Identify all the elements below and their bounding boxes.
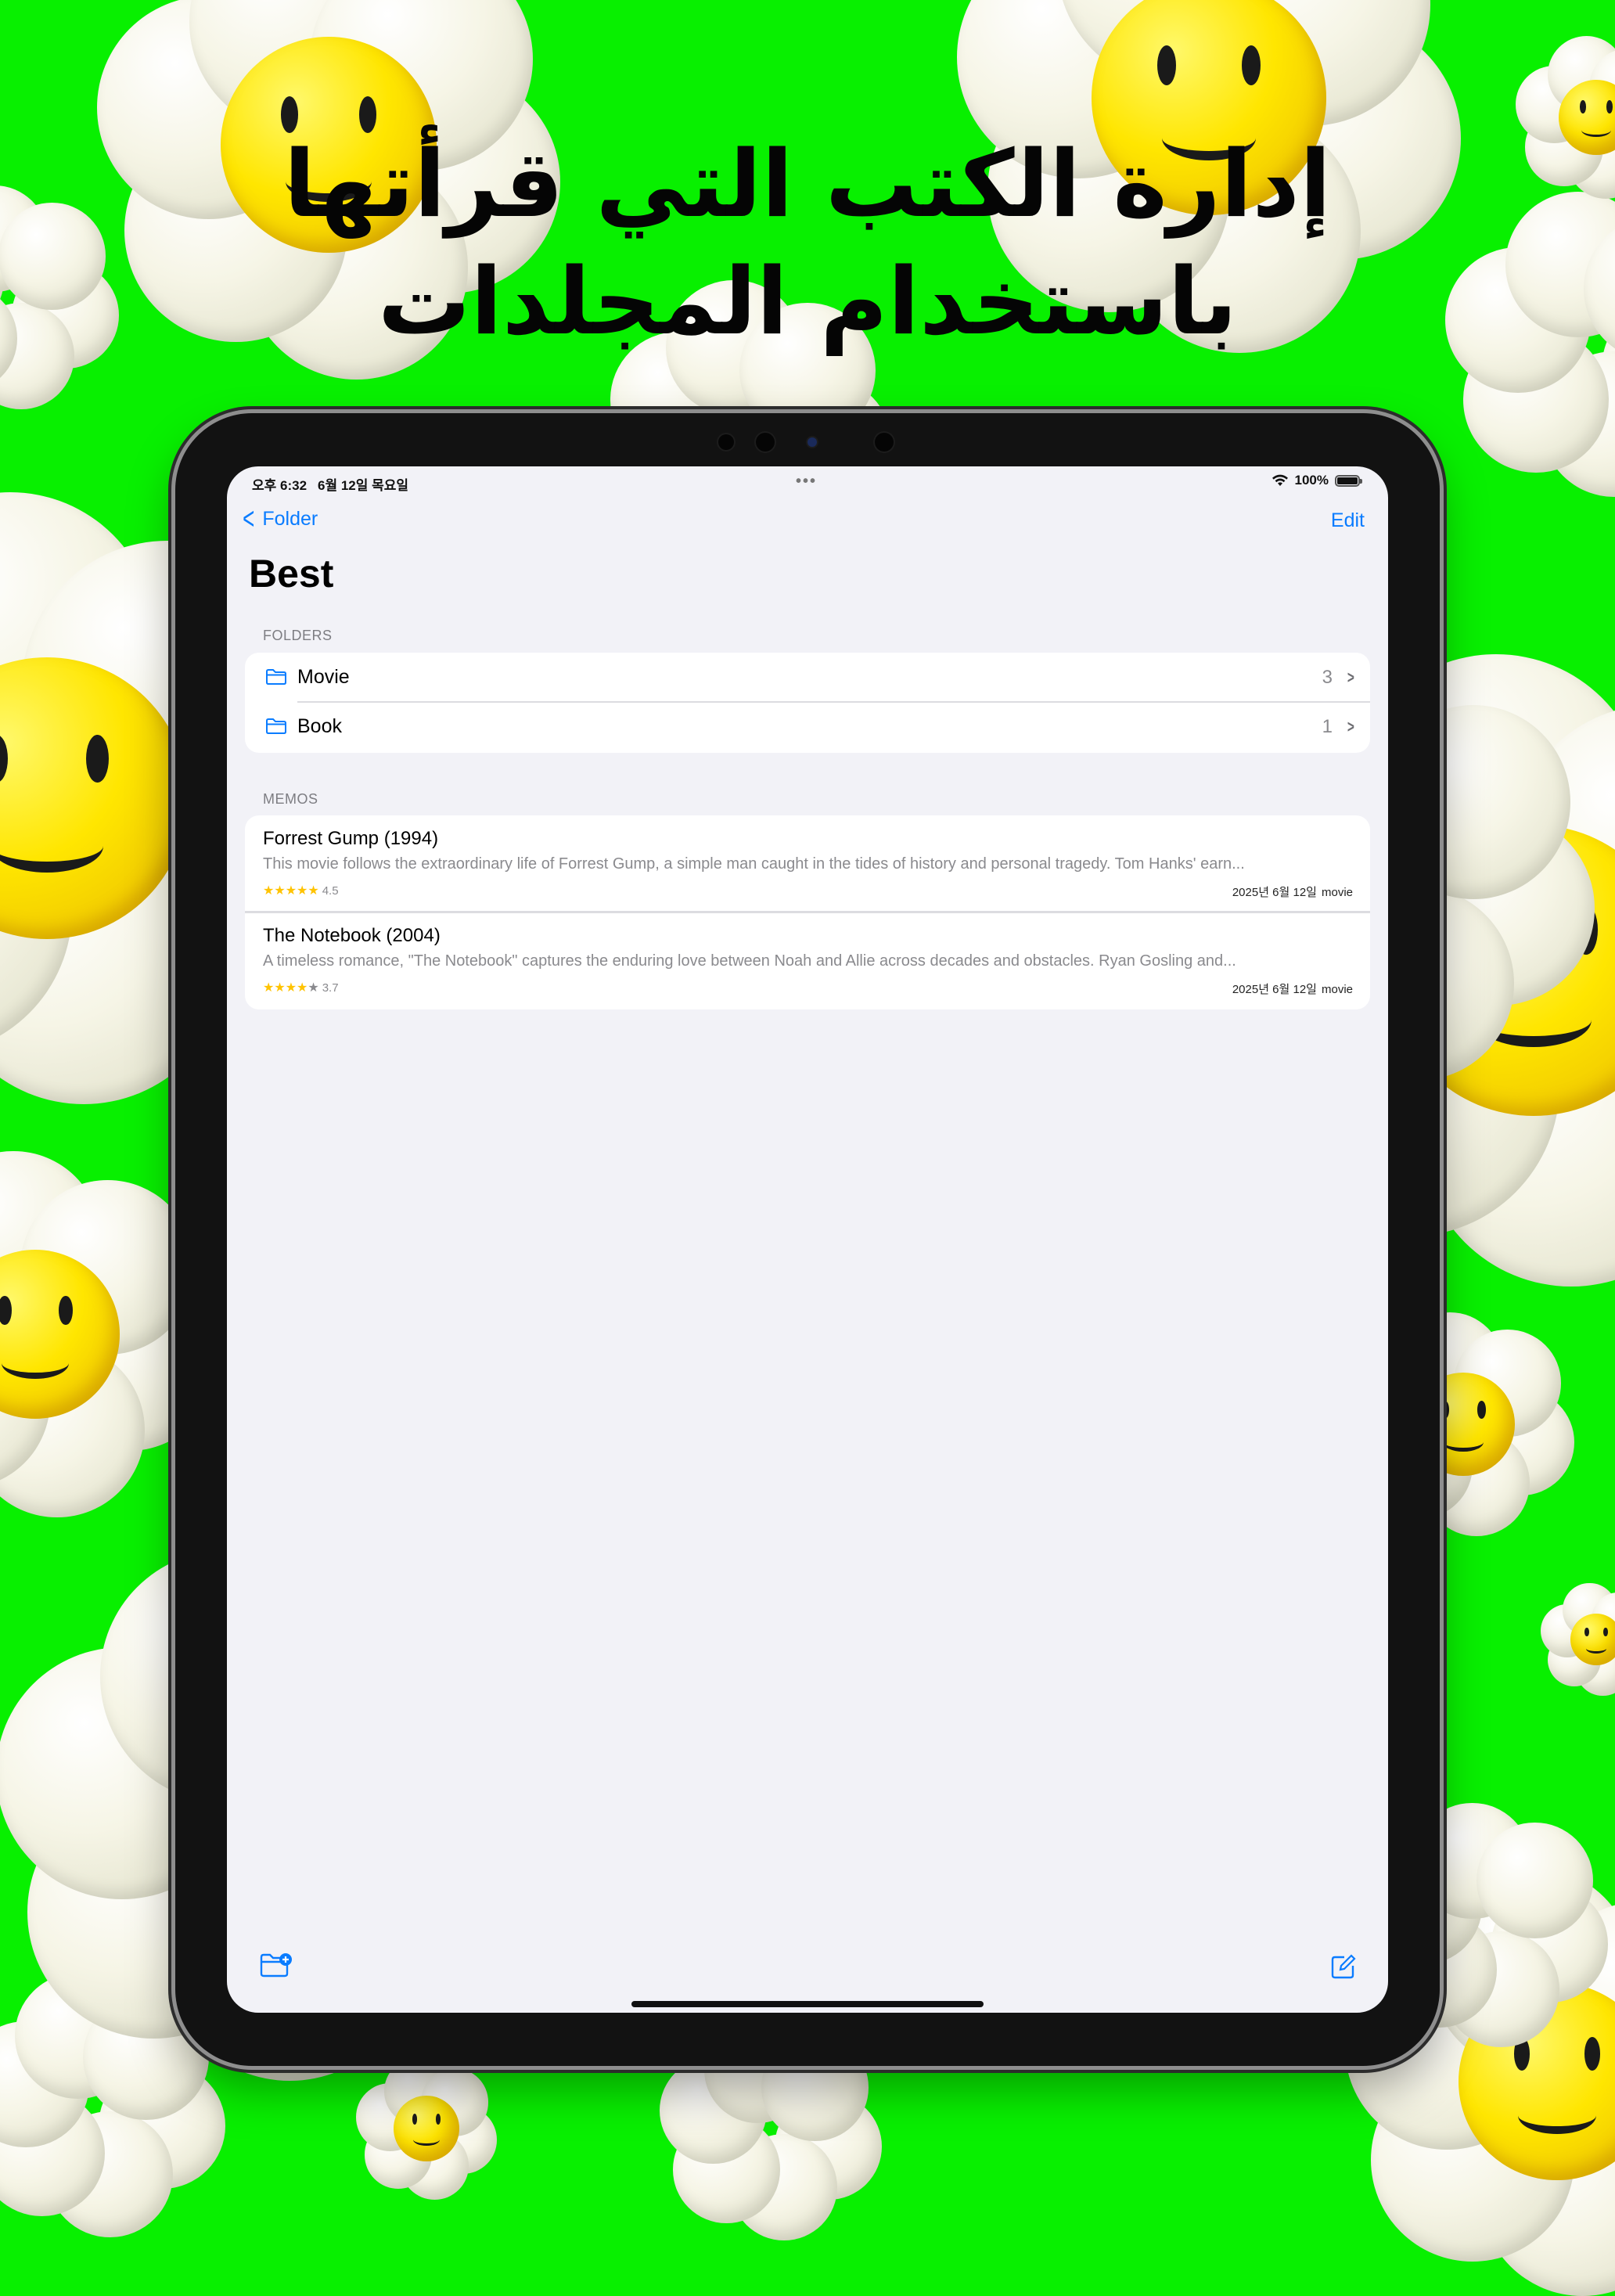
star-icon: ★★★★★	[263, 884, 319, 898]
folder-icon	[266, 669, 286, 685]
chevron-left-icon: <	[243, 502, 255, 536]
sensor-dot	[808, 437, 817, 447]
star-empty-icon: ★	[308, 981, 319, 995]
status-time: 오후 6:32	[252, 478, 308, 493]
chevron-right-icon: >	[1347, 667, 1355, 687]
folder-count: 1	[1322, 715, 1333, 737]
memo-row[interactable]: Forrest Gump (1994) This movie follows t…	[245, 815, 1370, 912]
sensor-dot	[875, 433, 894, 452]
page-title: Best	[249, 552, 334, 596]
memo-preview: A timeless romance, "The Notebook" captu…	[263, 952, 1236, 970]
memos-section-header: MEMOS	[263, 791, 318, 807]
battery-icon	[1335, 474, 1362, 487]
sensor-dot	[718, 434, 734, 450]
memo-title: The Notebook (2004)	[263, 925, 441, 946]
memo-category: movie	[1321, 886, 1353, 899]
edit-button[interactable]: Edit	[1331, 509, 1365, 532]
multitasking-dots-icon[interactable]: •••	[796, 473, 817, 489]
star-rating: ★★★★★ 4.5	[263, 883, 339, 898]
folders-section-header: FOLDERS	[263, 628, 333, 643]
folder-row-book[interactable]: Book 1 >	[245, 702, 1370, 751]
status-bar-right: 100%	[1271, 473, 1362, 488]
memo-row[interactable]: The Notebook (2004) A timeless romance, …	[245, 912, 1370, 1009]
memo-category: movie	[1321, 983, 1353, 996]
memo-meta: 2025년 6월 12일 movie	[1232, 981, 1353, 997]
status-date: 6월 12일 목요일	[318, 478, 409, 493]
folders-list: Movie 3 > Book 1 >	[245, 653, 1370, 753]
new-folder-icon[interactable]	[260, 1952, 293, 1979]
status-bar-left: 오후 6:32 6월 12일 목요일	[252, 474, 408, 494]
ipad-frame: 오후 6:32 6월 12일 목요일 ••• 100% < Folder Edit…	[175, 413, 1440, 2066]
memo-date: 2025년 6월 12일	[1232, 983, 1317, 996]
star-rating: ★★★★ ★ 3.7	[263, 980, 339, 995]
memos-list: Forrest Gump (1994) This movie follows t…	[245, 815, 1370, 1009]
rating-value: 4.5	[322, 883, 339, 898]
memo-meta: 2025년 6월 12일 movie	[1232, 883, 1353, 900]
home-indicator[interactable]	[631, 2001, 984, 2007]
folder-name: Movie	[297, 666, 350, 688]
compose-icon[interactable]	[1330, 1953, 1357, 1980]
chevron-right-icon: >	[1347, 716, 1355, 736]
headline-line-1: إدارة الكتب التي قرأتها	[283, 130, 1332, 238]
app-screen: 오후 6:32 6월 12일 목요일 ••• 100% < Folder Edit…	[227, 466, 1388, 2013]
back-button-label: Folder	[262, 507, 318, 530]
folder-row-movie[interactable]: Movie 3 >	[245, 653, 1370, 702]
memo-preview: This movie follows the extraordinary lif…	[263, 855, 1245, 873]
headline: إدارة الكتب التي قرأتها باستخدام المجلدا…	[0, 125, 1615, 360]
rating-value: 3.7	[322, 981, 339, 995]
front-camera	[756, 433, 775, 452]
back-button[interactable]: < Folder	[239, 502, 318, 536]
folder-count: 3	[1322, 666, 1333, 688]
memo-date: 2025년 6월 12일	[1232, 886, 1317, 899]
wifi-icon	[1271, 474, 1288, 486]
folder-name: Book	[297, 715, 342, 737]
folder-icon	[266, 718, 286, 734]
memo-title: Forrest Gump (1994)	[263, 828, 439, 849]
battery-percent: 100%	[1294, 473, 1329, 488]
star-icon: ★★★★	[263, 981, 308, 995]
headline-line-2: باستخدام المجلدات	[377, 247, 1238, 355]
